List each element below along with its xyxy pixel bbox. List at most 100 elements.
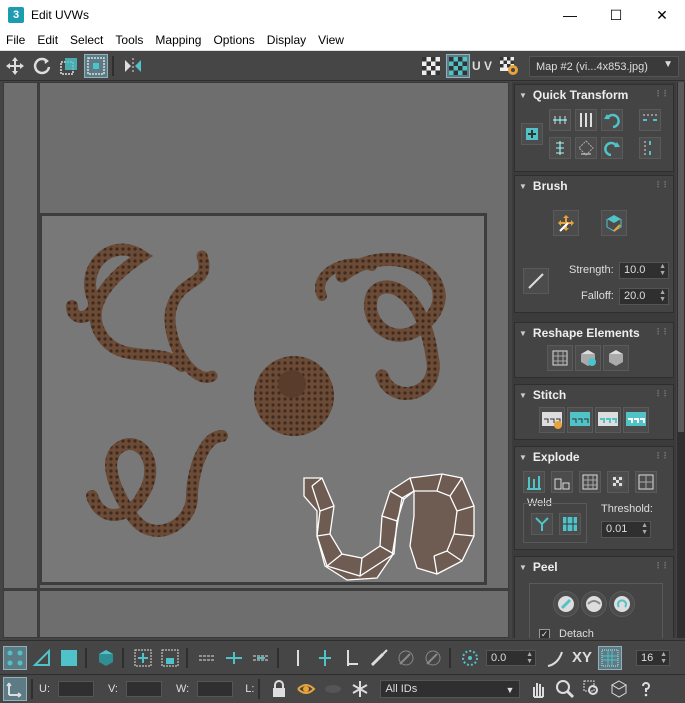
space-horizontal-icon[interactable] <box>639 109 661 131</box>
checker-pattern-icon[interactable] <box>419 54 443 78</box>
straighten-icon[interactable] <box>575 137 597 159</box>
space-vertical-icon[interactable] <box>639 137 661 159</box>
minimize-button[interactable]: — <box>547 0 593 30</box>
loop-select-icon[interactable] <box>195 646 219 670</box>
texture-settings-icon[interactable] <box>497 54 521 78</box>
zoom-region-icon[interactable] <box>580 677 604 701</box>
ring-grow-icon[interactable] <box>313 646 337 670</box>
panel-scrollbar-thumb[interactable] <box>678 82 684 432</box>
align-horizontal-icon[interactable] <box>549 109 571 131</box>
brush-size-icon[interactable] <box>523 268 549 294</box>
grow-selection-icon[interactable] <box>131 646 155 670</box>
freeze-icon[interactable] <box>348 677 372 701</box>
align-vertical-line-icon[interactable] <box>549 137 571 159</box>
stitch-to-target-icon[interactable] <box>623 407 649 433</box>
mirror-icon[interactable] <box>121 54 145 78</box>
falloff-distance-field[interactable]: 0.0 ▲ ▼ <box>486 649 536 666</box>
menu-view[interactable]: View <box>312 33 350 47</box>
uv-editor-viewport[interactable] <box>3 82 509 638</box>
threshold-spinner[interactable]: 0.01 ▲ ▼ <box>601 521 651 538</box>
ring-select-icon[interactable] <box>286 646 310 670</box>
relax-brush-icon[interactable] <box>601 210 627 236</box>
falloff-spinner[interactable]: 20.0 ▲ ▼ <box>619 288 669 305</box>
spinner-arrows-icon[interactable]: ▲ ▼ <box>659 263 666 277</box>
break-icon[interactable] <box>523 471 545 493</box>
panel-scrollbar[interactable] <box>677 82 685 638</box>
detach-checkbox[interactable]: ✓ <box>539 629 550 638</box>
w-coordinate-field[interactable] <box>197 681 234 697</box>
explode-header[interactable]: ▼ Explode ⋮⋮ <box>515 447 673 467</box>
falloff-type-icon[interactable] <box>544 646 568 670</box>
u-coordinate-field[interactable] <box>58 681 94 697</box>
show-hidden-icon[interactable] <box>294 677 318 701</box>
pan-icon[interactable] <box>526 677 550 701</box>
show-map-icon[interactable] <box>446 54 470 78</box>
texture-map-dropdown[interactable]: Map #2 (vi...4x853.jpg) ▼ <box>529 56 679 77</box>
freeform-mode-icon[interactable] <box>84 54 108 78</box>
scale-icon[interactable] <box>57 54 81 78</box>
uv-axis-label[interactable]: U V <box>470 59 494 73</box>
menu-file[interactable]: File <box>0 33 31 47</box>
flatten-by-smoothing-icon[interactable] <box>607 471 629 493</box>
weld-target-icon[interactable] <box>559 513 581 535</box>
zoom-extents-icon[interactable] <box>607 677 631 701</box>
menu-tools[interactable]: Tools <box>109 33 149 47</box>
reset-peel-icon[interactable] <box>609 591 635 617</box>
edge-mode-icon[interactable] <box>30 646 54 670</box>
v-coordinate-field[interactable] <box>126 681 162 697</box>
menu-mapping[interactable]: Mapping <box>149 33 207 47</box>
soft-selection-icon[interactable] <box>458 646 482 670</box>
loop-grow-icon[interactable] <box>222 646 246 670</box>
paint-select-icon[interactable] <box>367 646 391 670</box>
peel-header[interactable]: ▼ Peel ⋮⋮ <box>515 557 673 577</box>
move-icon[interactable] <box>3 54 27 78</box>
maximize-button[interactable]: ☐ <box>593 0 639 30</box>
stitch-average-icon[interactable] <box>595 407 621 433</box>
peel-mode-icon[interactable] <box>581 591 607 617</box>
menu-edit[interactable]: Edit <box>31 33 64 47</box>
relax-icon[interactable] <box>575 345 601 371</box>
flatten-by-material-icon[interactable] <box>635 471 657 493</box>
align-to-center-icon[interactable] <box>521 123 543 145</box>
vertex-mode-icon[interactable] <box>3 645 27 670</box>
spinner-arrows-icon[interactable]: ▲ ▼ <box>659 289 666 303</box>
paint-select-plus-icon[interactable] <box>394 646 418 670</box>
face-mode-icon[interactable] <box>57 646 81 670</box>
spinner-arrows-icon[interactable]: ▲ ▼ <box>526 651 533 665</box>
element-mode-icon[interactable] <box>94 646 118 670</box>
paint-move-icon[interactable] <box>553 210 579 236</box>
uv-wireframe-mesh[interactable] <box>303 473 475 581</box>
menu-options[interactable]: Options <box>207 33 260 47</box>
zoom-icon[interactable] <box>553 677 577 701</box>
rotate-cw-icon[interactable] <box>601 137 623 159</box>
straighten-selection-icon[interactable] <box>547 345 573 371</box>
paint-select-minus-icon[interactable] <box>421 646 445 670</box>
stitch-custom-icon[interactable] <box>539 407 565 433</box>
flatten-by-polygon-icon[interactable] <box>579 471 601 493</box>
help-icon[interactable] <box>634 677 658 701</box>
snap-grid-icon[interactable] <box>598 645 623 670</box>
align-vertical-icon[interactable] <box>575 109 597 131</box>
loop-shrink-icon[interactable] <box>249 646 273 670</box>
stitch-to-source-icon[interactable] <box>567 407 593 433</box>
grid-size-field[interactable]: 16 ▲ ▼ <box>636 649 671 666</box>
material-id-dropdown[interactable]: All IDs ▼ <box>380 680 521 698</box>
hide-selected-icon[interactable] <box>321 677 345 701</box>
stitch-header[interactable]: ▼ Stitch ⋮⋮ <box>515 385 673 405</box>
spinner-arrows-icon[interactable]: ▲ ▼ <box>660 651 667 665</box>
reshape-header[interactable]: ▼ Reshape Elements ⋮⋮ <box>515 323 673 343</box>
brush-header[interactable]: ▼ Brush ⋮⋮ <box>515 176 673 196</box>
detach-edge-icon[interactable] <box>551 471 573 493</box>
close-button[interactable]: ✕ <box>639 0 685 30</box>
rotate-ccw-icon[interactable] <box>601 109 623 131</box>
ring-shrink-icon[interactable] <box>340 646 364 670</box>
relax-settings-icon[interactable] <box>603 345 629 371</box>
shrink-selection-icon[interactable] <box>158 646 182 670</box>
xy-space-label[interactable]: XY <box>572 649 592 666</box>
lock-selection-icon[interactable] <box>267 677 291 701</box>
absolute-offset-icon[interactable] <box>3 677 27 701</box>
quick-peel-icon[interactable] <box>553 591 579 617</box>
rotate-icon[interactable] <box>30 54 54 78</box>
strength-spinner[interactable]: 10.0 ▲ ▼ <box>619 262 669 279</box>
weld-selected-icon[interactable] <box>531 513 553 535</box>
